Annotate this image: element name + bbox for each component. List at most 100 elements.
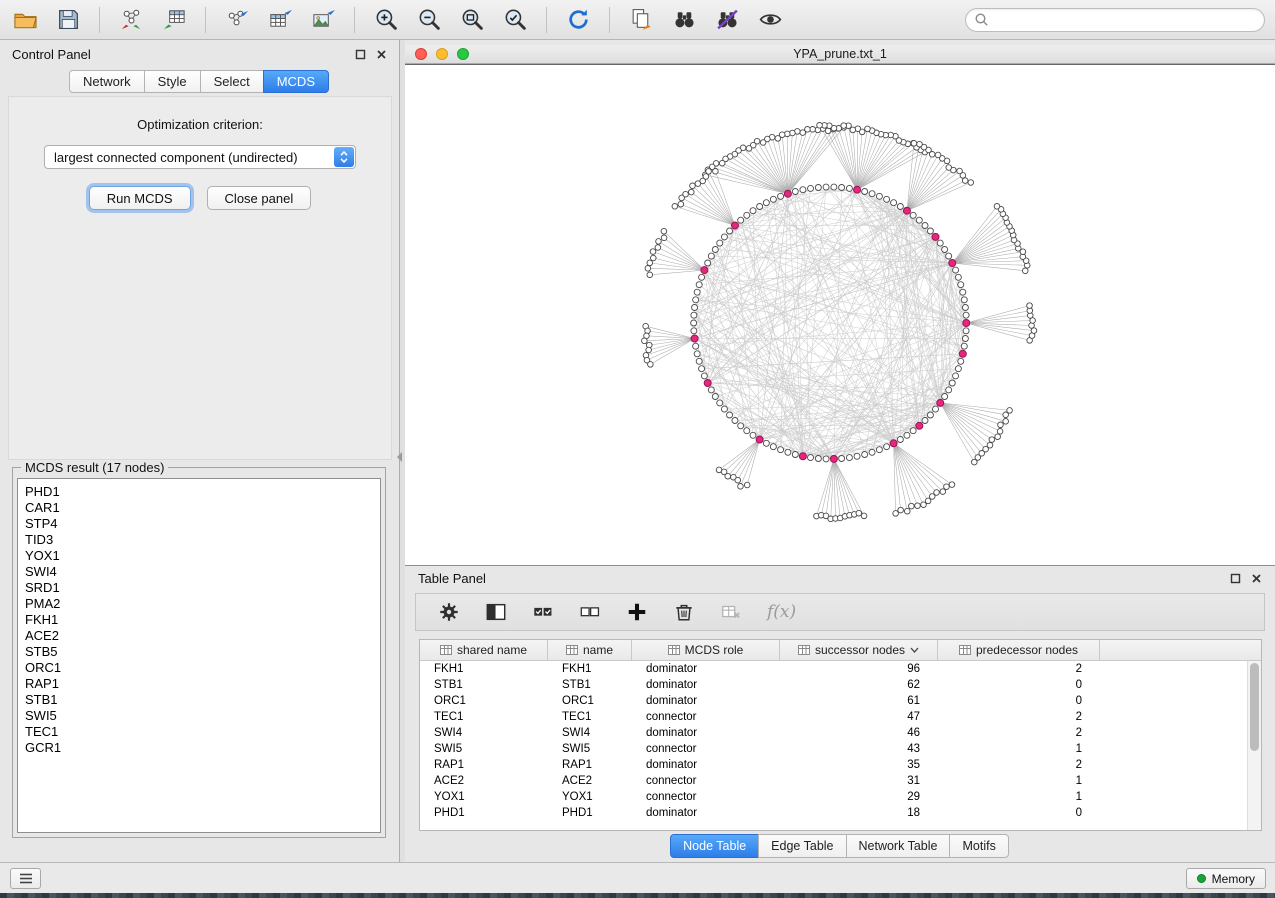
criterion-select[interactable]: largest connected component (undirected): [44, 145, 356, 169]
zoom-selected-button[interactable]: [500, 5, 530, 35]
select-all-button[interactable]: [530, 599, 556, 625]
network-visualization[interactable]: [405, 65, 1275, 565]
cell-predecessors[interactable]: 1: [938, 743, 1100, 755]
mcds-result-item[interactable]: PHD1: [25, 484, 380, 500]
refresh-view-button[interactable]: [563, 5, 593, 35]
create-column-button[interactable]: [624, 599, 650, 625]
cell-role[interactable]: connector: [632, 791, 780, 803]
cell-role[interactable]: dominator: [632, 727, 780, 739]
cell-shared_name[interactable]: FKH1: [420, 663, 548, 675]
import-table-button[interactable]: [159, 5, 189, 35]
cell-successors[interactable]: 96: [780, 663, 938, 675]
cell-successors[interactable]: 47: [780, 711, 938, 723]
cell-shared_name[interactable]: TEC1: [420, 711, 548, 723]
mcds-result-item[interactable]: STB1: [25, 692, 380, 708]
zoom-out-button[interactable]: [414, 5, 444, 35]
splitter-collapse-handle[interactable]: [397, 452, 402, 462]
tab-edge-table[interactable]: Edge Table: [758, 834, 846, 858]
table-row[interactable]: PHD1PHD1dominator180: [420, 805, 1248, 821]
zoom-fit-button[interactable]: [457, 5, 487, 35]
float-window-icon[interactable]: [1230, 573, 1241, 584]
table-row[interactable]: FKH1FKH1dominator962: [420, 661, 1248, 677]
cell-name[interactable]: SWI4: [548, 727, 632, 739]
delete-column-button[interactable]: [671, 599, 697, 625]
mcds-result-item[interactable]: STP4: [25, 516, 380, 532]
close-panel-icon[interactable]: [376, 49, 387, 60]
cell-predecessors[interactable]: 0: [938, 807, 1100, 819]
mcds-result-item[interactable]: TID3: [25, 532, 380, 548]
show-hide-button[interactable]: [755, 5, 785, 35]
copy-network-button[interactable]: [626, 5, 656, 35]
cell-role[interactable]: connector: [632, 711, 780, 723]
deselect-all-button[interactable]: [577, 599, 603, 625]
clear-search-button[interactable]: [712, 5, 742, 35]
cell-role[interactable]: connector: [632, 775, 780, 787]
cell-predecessors[interactable]: 0: [938, 695, 1100, 707]
table-vertical-scrollbar[interactable]: [1247, 661, 1261, 830]
window-close-icon[interactable]: [415, 48, 427, 60]
cell-name[interactable]: TEC1: [548, 711, 632, 723]
mcds-result-item[interactable]: SWI4: [25, 564, 380, 580]
mcds-result-list[interactable]: PHD1CAR1STP4TID3YOX1SWI4SRD1PMA2FKH1ACE2…: [17, 478, 381, 833]
window-minimize-icon[interactable]: [436, 48, 448, 60]
mcds-result-item[interactable]: YOX1: [25, 548, 380, 564]
cell-shared_name[interactable]: SWI4: [420, 727, 548, 739]
cell-predecessors[interactable]: 2: [938, 759, 1100, 771]
cell-shared_name[interactable]: SWI5: [420, 743, 548, 755]
table-row[interactable]: ORC1ORC1dominator610: [420, 693, 1248, 709]
mcds-result-item[interactable]: RAP1: [25, 676, 380, 692]
cell-name[interactable]: ACE2: [548, 775, 632, 787]
tab-motifs[interactable]: Motifs: [949, 834, 1008, 858]
zoom-in-button[interactable]: [371, 5, 401, 35]
scrollbar-thumb[interactable]: [1250, 663, 1259, 751]
cell-successors[interactable]: 62: [780, 679, 938, 691]
mcds-result-item[interactable]: CAR1: [25, 500, 380, 516]
tab-mcds[interactable]: MCDS: [263, 70, 329, 93]
cell-successors[interactable]: 46: [780, 727, 938, 739]
table-row[interactable]: ACE2ACE2connector311: [420, 773, 1248, 789]
mcds-result-item[interactable]: FKH1: [25, 612, 380, 628]
tab-network-table[interactable]: Network Table: [846, 834, 951, 858]
cell-predecessors[interactable]: 2: [938, 727, 1100, 739]
cell-name[interactable]: STB1: [548, 679, 632, 691]
cell-successors[interactable]: 35: [780, 759, 938, 771]
column-header-name[interactable]: name: [548, 640, 632, 660]
cell-predecessors[interactable]: 2: [938, 711, 1100, 723]
mcds-result-item[interactable]: SRD1: [25, 580, 380, 596]
cell-name[interactable]: SWI5: [548, 743, 632, 755]
cell-role[interactable]: dominator: [632, 695, 780, 707]
close-panel-button[interactable]: Close panel: [207, 186, 312, 210]
table-row[interactable]: YOX1YOX1connector291: [420, 789, 1248, 805]
cell-shared_name[interactable]: RAP1: [420, 759, 548, 771]
cell-shared_name[interactable]: PHD1: [420, 807, 548, 819]
show-columns-button[interactable]: [483, 599, 509, 625]
cell-predecessors[interactable]: 1: [938, 775, 1100, 787]
float-window-icon[interactable]: [355, 49, 366, 60]
save-session-button[interactable]: [53, 5, 83, 35]
cell-shared_name[interactable]: YOX1: [420, 791, 548, 803]
open-session-button[interactable]: [10, 5, 40, 35]
cell-predecessors[interactable]: 1: [938, 791, 1100, 803]
table-row[interactable]: SWI5SWI5connector431: [420, 741, 1248, 757]
import-network-button[interactable]: [116, 5, 146, 35]
mcds-result-item[interactable]: GCR1: [25, 740, 380, 756]
column-header-successor-nodes[interactable]: successor nodes: [780, 640, 938, 660]
memory-button[interactable]: Memory: [1186, 868, 1266, 889]
mcds-result-item[interactable]: STB5: [25, 644, 380, 660]
network-canvas[interactable]: [405, 64, 1275, 565]
cell-role[interactable]: dominator: [632, 663, 780, 675]
cell-shared_name[interactable]: ACE2: [420, 775, 548, 787]
mcds-result-item[interactable]: SWI5: [25, 708, 380, 724]
cell-name[interactable]: PHD1: [548, 807, 632, 819]
table-mode-button[interactable]: [436, 599, 462, 625]
tab-network[interactable]: Network: [69, 70, 145, 93]
cell-shared_name[interactable]: STB1: [420, 679, 548, 691]
cell-successors[interactable]: 31: [780, 775, 938, 787]
export-network-button[interactable]: [222, 5, 252, 35]
cell-role[interactable]: dominator: [632, 679, 780, 691]
tab-node-table[interactable]: Node Table: [670, 834, 759, 858]
column-header-mcds-role[interactable]: MCDS role: [632, 640, 780, 660]
mcds-result-item[interactable]: TEC1: [25, 724, 380, 740]
table-row[interactable]: TEC1TEC1connector472: [420, 709, 1248, 725]
cell-role[interactable]: dominator: [632, 807, 780, 819]
